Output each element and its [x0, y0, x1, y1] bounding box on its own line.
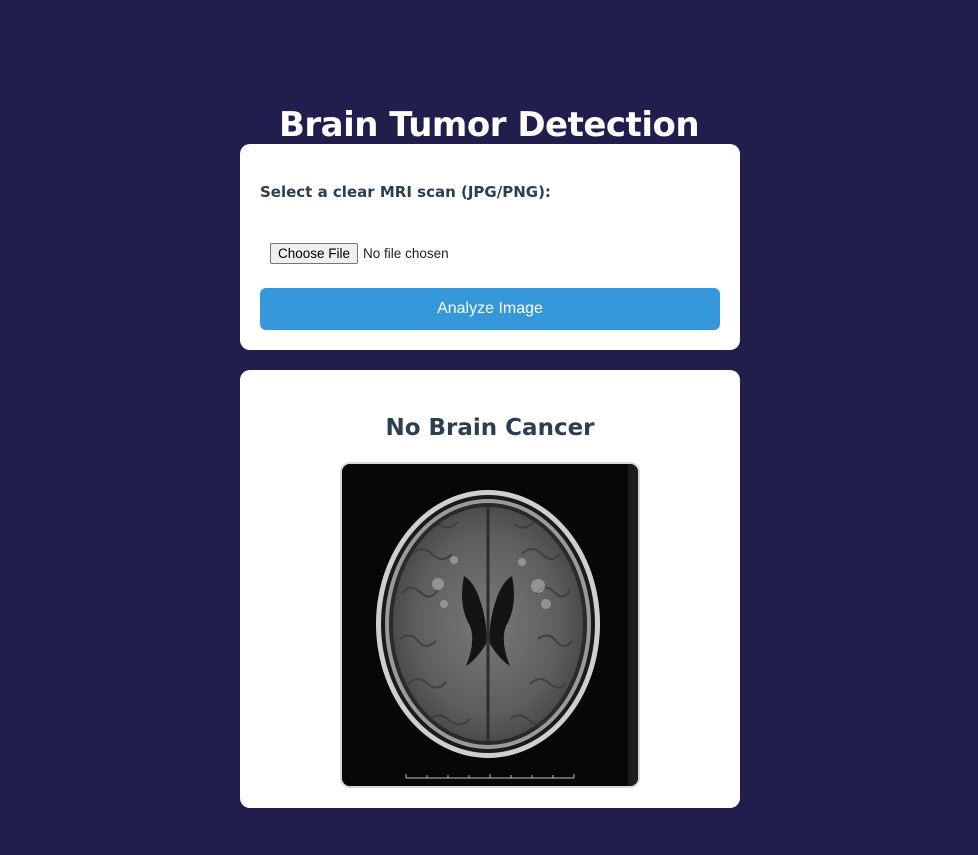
choose-file-button[interactable]: Choose File	[270, 242, 359, 264]
upload-label: Select a clear MRI scan (JPG/PNG):	[260, 183, 551, 201]
page: Brain Tumor Detection Select a clear MRI…	[0, 0, 978, 855]
mri-scan-graphic	[342, 464, 638, 786]
result-heading: No Brain Cancer	[385, 415, 595, 441]
mri-image	[340, 462, 640, 788]
file-input[interactable]: Choose File No file chosen	[270, 242, 449, 264]
analyze-image-button[interactable]: Analyze Image	[260, 288, 720, 330]
result-card: No Brain Cancer	[240, 370, 740, 808]
file-status-text: No file chosen	[363, 245, 449, 261]
upload-card: Select a clear MRI scan (JPG/PNG): Choos…	[240, 144, 740, 350]
page-title: Brain Tumor Detection	[278, 104, 700, 145]
